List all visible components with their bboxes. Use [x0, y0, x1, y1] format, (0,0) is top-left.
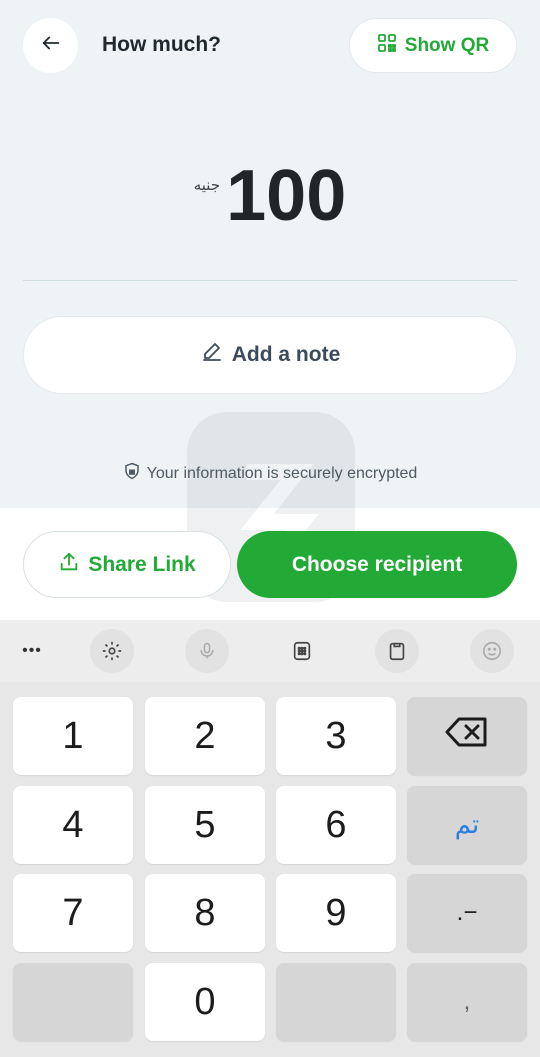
choose-recipient-label: Choose recipient: [291, 552, 463, 576]
key-6[interactable]: 6: [276, 786, 396, 864]
key-3[interactable]: 3: [276, 697, 396, 775]
currency-label: جنيه: [193, 176, 221, 194]
numeric-keyboard: 1 2 3 4 5 6 تم 7 8 9 .− 0 ,: [0, 682, 540, 1057]
key-8[interactable]: 8: [145, 874, 265, 952]
share-link-button[interactable]: Share Link: [23, 531, 231, 598]
minus-dot-key[interactable]: .−: [407, 874, 527, 952]
comma-key[interactable]: ,: [407, 963, 527, 1041]
choose-recipient-button[interactable]: Choose recipient: [237, 531, 517, 598]
emoji-icon[interactable]: [470, 629, 514, 673]
clipboard-icon[interactable]: [375, 629, 419, 673]
more-options-icon[interactable]: •••: [10, 629, 54, 673]
empty-key-right: [276, 963, 396, 1041]
microphone-icon[interactable]: [185, 629, 229, 673]
keyboard-toolbar: •••: [0, 620, 540, 682]
amount-display: جنيه 100: [0, 152, 540, 240]
share-icon: [58, 551, 80, 579]
key-1[interactable]: 1: [13, 697, 133, 775]
add-note-label: Add a note: [231, 343, 341, 366]
backspace-key[interactable]: [407, 697, 527, 775]
done-key[interactable]: تم: [407, 786, 527, 864]
gear-icon[interactable]: [90, 629, 134, 673]
back-button[interactable]: [23, 18, 78, 73]
amount-divider: [23, 280, 517, 281]
keypad-icon[interactable]: [280, 629, 324, 673]
key-4[interactable]: 4: [13, 786, 133, 864]
qr-code-icon: [377, 33, 397, 59]
key-5[interactable]: 5: [145, 786, 265, 864]
add-note-button[interactable]: Add a note: [23, 316, 517, 394]
arrow-left-icon: [40, 32, 62, 59]
key-0[interactable]: 0: [145, 963, 265, 1041]
page-title: How much?: [102, 33, 221, 56]
key-2[interactable]: 2: [145, 697, 265, 775]
key-7[interactable]: 7: [13, 874, 133, 952]
show-qr-label: Show QR: [404, 34, 490, 56]
backspace-icon: [445, 715, 489, 758]
show-qr-button[interactable]: Show QR: [349, 18, 517, 73]
shield-lock-icon: [123, 462, 141, 485]
share-link-label: Share Link: [88, 552, 196, 576]
security-notice: Your information is securely encrypted: [0, 462, 540, 485]
security-text: Your information is securely encrypted: [146, 464, 418, 482]
amount-value: 100: [226, 156, 347, 236]
key-9[interactable]: 9: [276, 874, 396, 952]
empty-key-left: [13, 963, 133, 1041]
pencil-icon: [200, 340, 224, 370]
